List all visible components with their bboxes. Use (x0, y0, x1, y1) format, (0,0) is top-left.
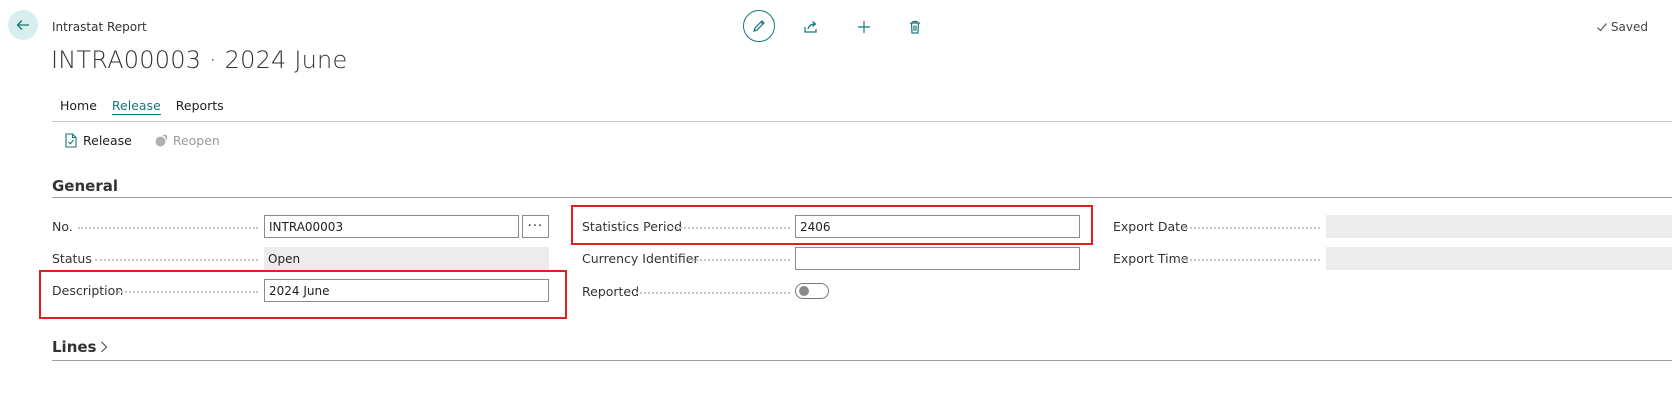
tab-release[interactable]: Release (111, 98, 161, 115)
status-label: Status (52, 251, 92, 266)
toggle-knob (799, 286, 809, 296)
status-leader-dots (95, 258, 258, 261)
export-date-label: Export Date (1113, 219, 1188, 234)
export-time-leader-dots (1182, 258, 1320, 261)
description-label: Description (52, 283, 124, 298)
export-date-field (1326, 215, 1672, 238)
assist-edit-button[interactable]: ··· (522, 215, 549, 238)
saved-label: Saved (1610, 20, 1648, 34)
back-button[interactable] (8, 10, 38, 40)
statistics-period-label: Statistics Period (582, 219, 683, 234)
edit-button[interactable] (743, 10, 775, 42)
action-bar: Release Reopen (64, 133, 220, 148)
general-section-title[interactable]: General (52, 177, 118, 195)
statistics-period-leader-dots (672, 226, 790, 229)
document-check-icon (65, 133, 77, 148)
arrow-left-icon (16, 20, 29, 30)
export-time-label: Export Time (1113, 251, 1189, 266)
description-field[interactable]: 2024 June (264, 279, 549, 302)
reopen-label: Reopen (172, 133, 220, 148)
currency-identifier-field[interactable] (795, 247, 1080, 270)
statistics-period-field[interactable]: 2406 (795, 215, 1080, 238)
reported-leader-dots (636, 291, 790, 294)
reopen-action[interactable]: Reopen (154, 133, 220, 148)
release-action[interactable]: Release (64, 133, 132, 148)
page-title: INTRA00003 · 2024 June (51, 46, 348, 74)
page-caption: Intrastat Report (52, 20, 147, 34)
no-label: No. (52, 219, 73, 234)
lines-section-title[interactable]: Lines (52, 338, 108, 356)
pencil-icon (753, 20, 765, 32)
reported-toggle[interactable] (795, 283, 829, 299)
currency-identifier-leader-dots (688, 258, 790, 261)
description-leader-dots (118, 290, 258, 293)
status-field: Open (264, 247, 549, 270)
reported-label: Reported (582, 284, 640, 299)
share-button[interactable] (794, 10, 828, 44)
export-date-leader-dots (1182, 226, 1320, 229)
ellipsis-icon: ··· (527, 219, 544, 234)
saved-status: Saved (1596, 20, 1648, 34)
no-field[interactable]: INTRA00003 (264, 215, 519, 238)
reopen-icon (155, 134, 168, 146)
tab-reports[interactable]: Reports (176, 98, 224, 115)
checkmark-icon (1596, 23, 1607, 32)
share-icon (804, 21, 817, 33)
currency-identifier-label: Currency Identifier (582, 251, 699, 266)
action-tabs: Home Release Reports (60, 98, 224, 115)
general-divider (52, 197, 1672, 198)
export-time-field (1326, 247, 1672, 270)
plus-icon (858, 21, 870, 33)
trash-icon (910, 20, 920, 34)
no-leader-dots (78, 226, 258, 229)
delete-button[interactable] (898, 10, 932, 44)
new-button[interactable] (847, 10, 881, 44)
lines-label: Lines (52, 338, 97, 356)
lines-divider (52, 360, 1672, 361)
tabs-divider (52, 121, 1672, 122)
tab-home[interactable]: Home (60, 98, 97, 115)
release-label: Release (83, 133, 132, 148)
chevron-right-icon (101, 341, 108, 353)
